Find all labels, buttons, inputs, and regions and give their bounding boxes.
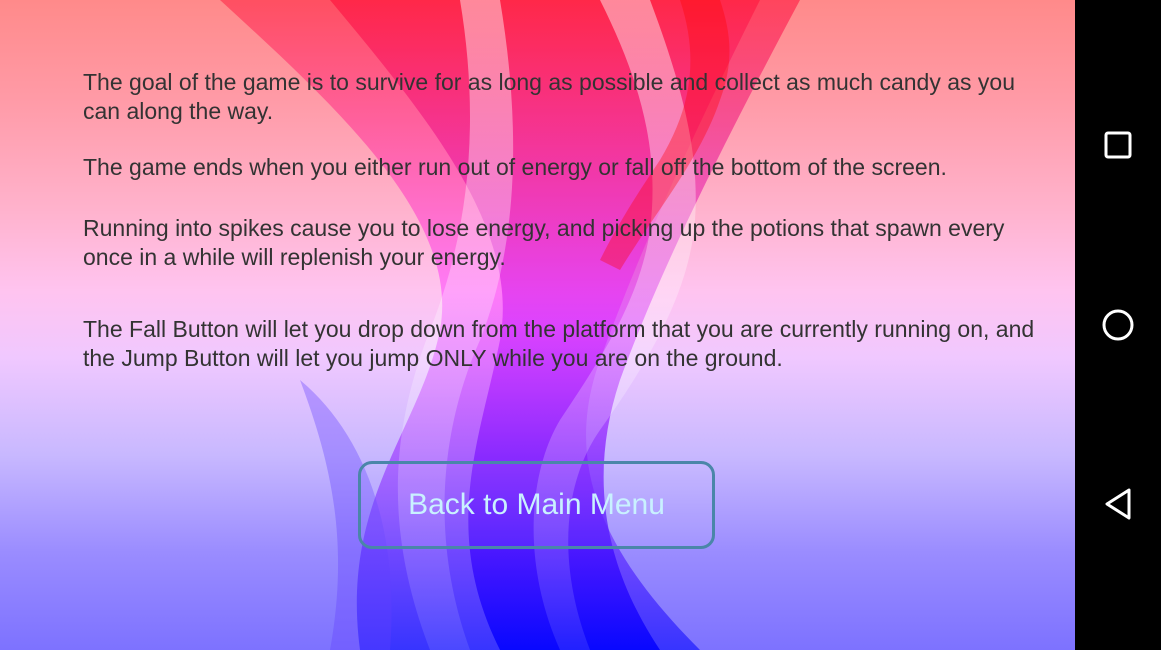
instruction-paragraph-goal: The goal of the game is to survive for a… <box>83 69 1016 124</box>
instruction-paragraph-energy: Running into spikes cause you to lose en… <box>83 215 1005 270</box>
instruction-paragraph-game-end: The game ends when you either run out of… <box>83 154 947 180</box>
android-navigation-bar <box>1075 0 1161 650</box>
back-to-main-menu-label: Back to Main Menu <box>408 488 665 521</box>
circle-icon <box>1102 309 1134 341</box>
back-button[interactable] <box>1093 479 1143 529</box>
back-to-main-menu-button[interactable]: Back to Main Menu <box>358 461 715 549</box>
triangle-back-icon <box>1105 488 1131 520</box>
home-button[interactable] <box>1093 300 1143 350</box>
game-instructions-screen: The goal of the game is to survive for a… <box>0 0 1075 650</box>
instruction-paragraph-controls: The Fall Button will let you drop down f… <box>83 316 1035 371</box>
square-icon <box>1104 131 1132 159</box>
recents-button[interactable] <box>1093 120 1143 170</box>
